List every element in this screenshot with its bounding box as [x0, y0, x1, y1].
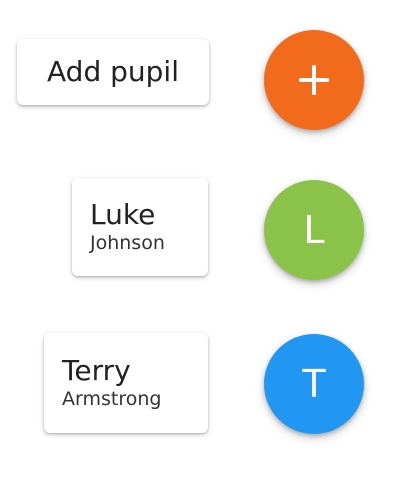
plus-icon	[299, 65, 329, 95]
pupil-avatar-button[interactable]: L	[264, 180, 364, 280]
pupil-label-card[interactable]: Luke Johnson	[72, 178, 208, 276]
pupil-first-name: Luke	[90, 197, 156, 231]
add-pupil-label-card[interactable]: Add pupil	[17, 39, 209, 105]
pupil-label-card[interactable]: Terry Armstrong	[44, 333, 208, 433]
pupil-avatar-button[interactable]: T	[264, 334, 364, 434]
pupil-initial: T	[302, 362, 326, 406]
pupil-last-name: Armstrong	[62, 387, 162, 410]
add-pupil-button[interactable]	[264, 30, 364, 130]
add-pupil-label: Add pupil	[47, 55, 179, 88]
pupil-first-name: Terry	[62, 353, 131, 387]
pupil-initial: L	[303, 208, 325, 252]
pupil-last-name: Johnson	[90, 231, 165, 254]
